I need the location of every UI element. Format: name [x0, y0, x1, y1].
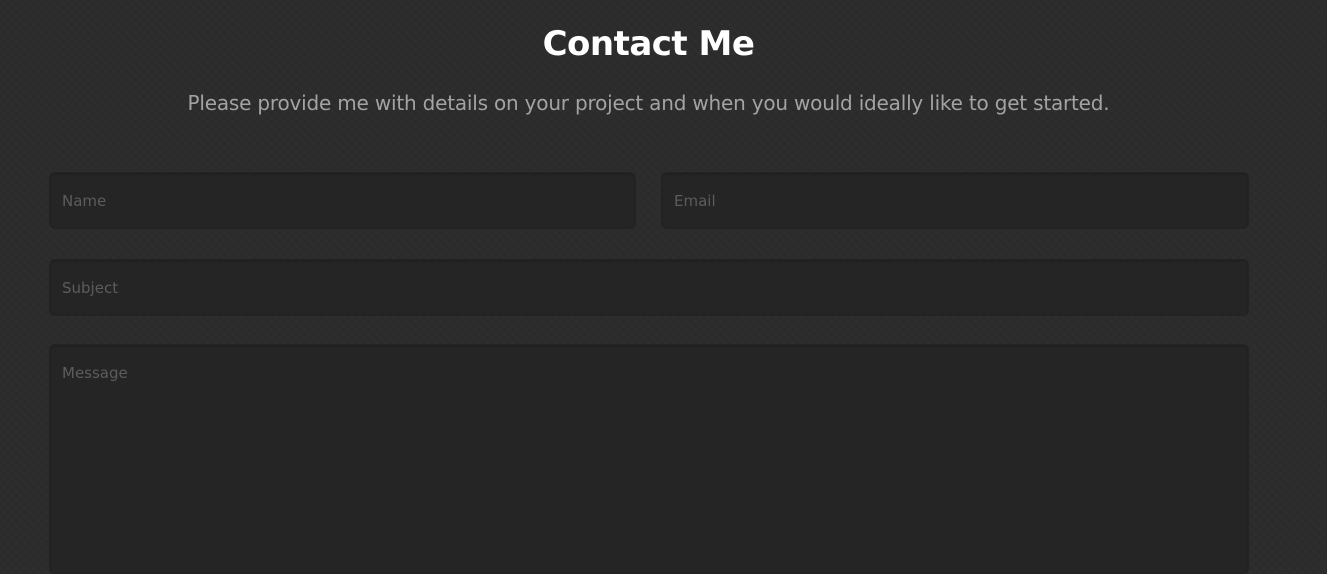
message-textarea[interactable]: [49, 344, 1249, 574]
contact-section: Contact Me Please provide me with detail…: [0, 0, 1327, 574]
email-input[interactable]: [661, 172, 1249, 229]
page-title: Contact Me: [542, 24, 755, 64]
page-subtitle: Please provide me with details on your p…: [187, 91, 1110, 115]
subject-input[interactable]: [49, 259, 1249, 316]
name-input[interactable]: [49, 172, 636, 229]
